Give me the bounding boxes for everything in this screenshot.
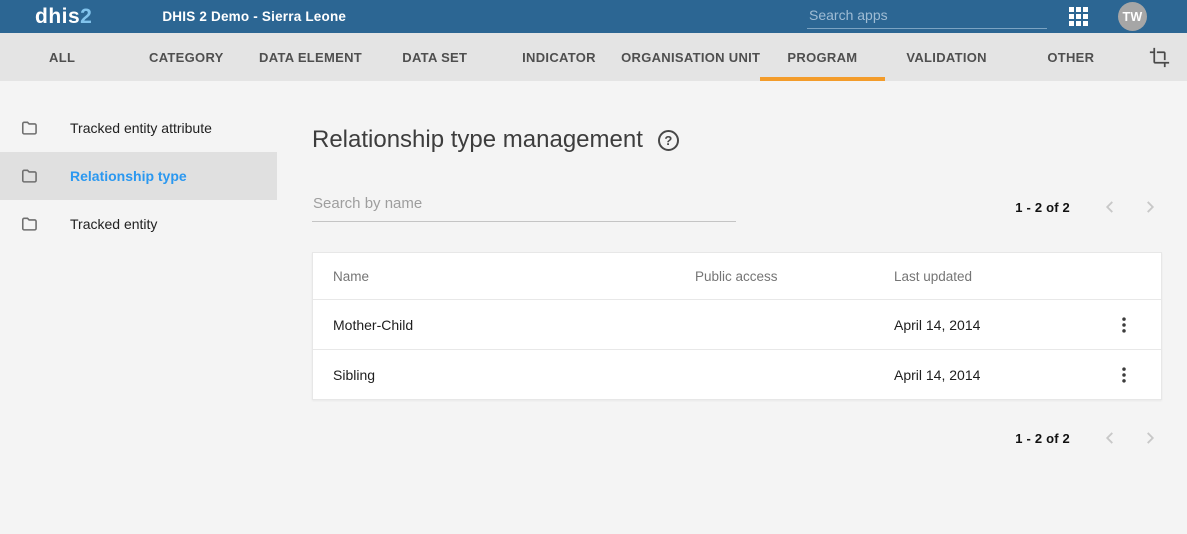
pagination-range-label: 1 - 2 of 2 <box>1015 200 1070 215</box>
crop-icon-button[interactable] <box>1133 33 1187 81</box>
tab-other[interactable]: OTHER <box>1009 33 1133 81</box>
logo-text: dhis <box>35 5 80 28</box>
bottom-pagination: 1 - 2 of 2 <box>312 426 1162 450</box>
pagination-prev-button[interactable] <box>1098 426 1122 450</box>
chevron-left-icon <box>1099 196 1121 218</box>
column-header-last-updated: Last updated <box>894 269 1084 284</box>
search-apps-input[interactable] <box>807 5 1047 29</box>
sidebar-item-relationship-type[interactable]: Relationship type <box>0 152 277 200</box>
table-row[interactable]: Sibling April 14, 2014 <box>313 349 1161 399</box>
row-actions <box>1084 313 1163 337</box>
sidebar-item-tracked-entity-attribute[interactable]: Tracked entity attribute <box>0 104 277 152</box>
sidebar-item-tracked-entity[interactable]: Tracked entity <box>0 200 277 248</box>
chevron-right-icon <box>1139 196 1161 218</box>
row-context-menu-button[interactable] <box>1112 313 1136 337</box>
sidebar-item-label: Relationship type <box>70 168 187 184</box>
pagination-next-button[interactable] <box>1138 195 1162 219</box>
chevron-right-icon <box>1139 427 1161 449</box>
pagination-range-label: 1 - 2 of 2 <box>1015 431 1070 446</box>
apps-grid-icon[interactable] <box>1069 7 1088 26</box>
row-last-updated: April 14, 2014 <box>894 317 1084 333</box>
page-title-row: Relationship type management ? <box>312 126 1162 154</box>
instance-title: DHIS 2 Demo - Sierra Leone <box>162 9 346 24</box>
top-pagination: 1 - 2 of 2 <box>1015 195 1162 219</box>
relationship-type-table: Name Public access Last updated Mother-C… <box>312 252 1162 400</box>
column-header-name: Name <box>313 269 695 284</box>
maintenance-tabbar: ALL CATEGORY DATA ELEMENT DATA SET INDIC… <box>0 33 1187 81</box>
pagination-next-button[interactable] <box>1138 426 1162 450</box>
kebab-menu-icon <box>1114 315 1134 335</box>
crop-icon <box>1149 47 1170 68</box>
tab-organisation-unit[interactable]: ORGANISATION UNIT <box>621 33 760 81</box>
app-header: dhis2 DHIS 2 Demo - Sierra Leone TW <box>0 0 1187 33</box>
folder-icon <box>20 167 39 186</box>
search-by-name-input[interactable] <box>312 195 736 222</box>
kebab-menu-icon <box>1114 365 1134 385</box>
help-glyph: ? <box>664 133 672 148</box>
tab-data-element[interactable]: DATA ELEMENT <box>248 33 372 81</box>
row-actions <box>1084 363 1163 387</box>
tab-validation[interactable]: VALIDATION <box>885 33 1009 81</box>
page-title: Relationship type management <box>312 126 643 154</box>
user-avatar[interactable]: TW <box>1118 2 1147 31</box>
tab-category[interactable]: CATEGORY <box>124 33 248 81</box>
filter-row: 1 - 2 of 2 <box>312 192 1162 222</box>
row-last-updated: April 14, 2014 <box>894 367 1084 383</box>
table-row[interactable]: Mother-Child April 14, 2014 <box>313 299 1161 349</box>
tab-all[interactable]: ALL <box>0 33 124 81</box>
dhis2-logo[interactable]: dhis2 <box>35 6 92 27</box>
tab-data-set[interactable]: DATA SET <box>373 33 497 81</box>
sidebar-item-label: Tracked entity <box>70 216 157 232</box>
main-panel: Relationship type management ? 1 - 2 of … <box>312 126 1162 450</box>
row-name: Mother-Child <box>313 317 695 333</box>
sidebar-nav: Tracked entity attribute Relationship ty… <box>0 104 277 248</box>
column-header-public-access: Public access <box>695 269 894 284</box>
folder-icon <box>20 215 39 234</box>
row-context-menu-button[interactable] <box>1112 363 1136 387</box>
avatar-initials: TW <box>1122 10 1142 24</box>
tab-program[interactable]: PROGRAM <box>760 33 884 81</box>
pagination-prev-button[interactable] <box>1098 195 1122 219</box>
chevron-left-icon <box>1099 427 1121 449</box>
table-header-row: Name Public access Last updated <box>313 253 1161 299</box>
logo-suffix: 2 <box>80 5 92 28</box>
row-name: Sibling <box>313 367 695 383</box>
tab-indicator[interactable]: INDICATOR <box>497 33 621 81</box>
header-right-group: TW <box>807 2 1147 31</box>
help-icon[interactable]: ? <box>658 130 679 151</box>
folder-icon <box>20 119 39 138</box>
sidebar-item-label: Tracked entity attribute <box>70 120 212 136</box>
